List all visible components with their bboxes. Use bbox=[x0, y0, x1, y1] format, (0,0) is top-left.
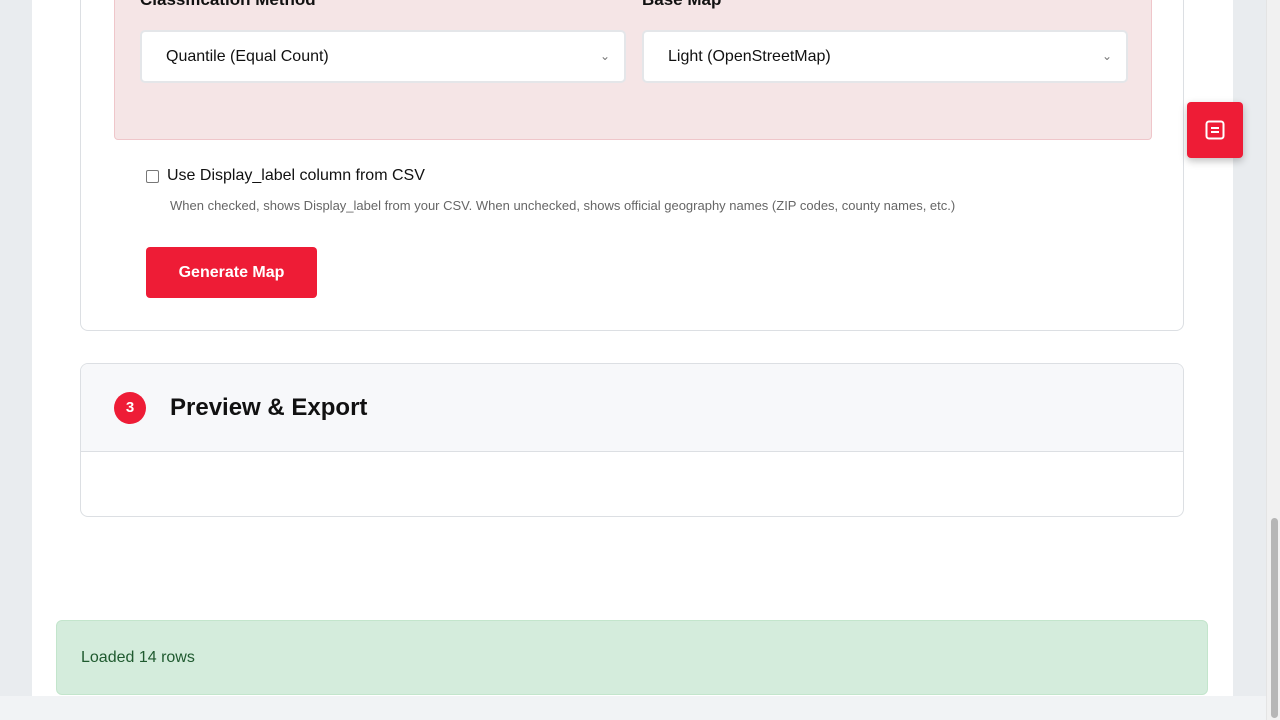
options-panel: Classification Method Quantile (Equal Co… bbox=[114, 0, 1152, 140]
scrollbar-thumb[interactable] bbox=[1271, 518, 1278, 718]
document-icon bbox=[1205, 120, 1225, 140]
vertical-scrollbar[interactable] bbox=[1266, 0, 1280, 720]
base-map-select[interactable]: Light (OpenStreetMap) ⌄ bbox=[642, 30, 1128, 83]
classification-method-value: Quantile (Equal Count) bbox=[166, 48, 329, 65]
main-page: Classification Method Quantile (Equal Co… bbox=[32, 0, 1233, 696]
chevron-down-icon: ⌄ bbox=[599, 49, 610, 63]
display-label-checkbox[interactable] bbox=[146, 169, 159, 183]
status-message: Loaded 14 rows bbox=[56, 620, 1208, 695]
page-footer-strip bbox=[0, 696, 1266, 720]
base-map-label: Base Map bbox=[642, 0, 721, 10]
base-map-value: Light (OpenStreetMap) bbox=[668, 48, 831, 65]
classification-method-select[interactable]: Quantile (Equal Count) ⌄ bbox=[140, 30, 626, 83]
generate-map-button[interactable]: Generate Map bbox=[146, 247, 317, 298]
preview-export-title: Preview & Export bbox=[170, 393, 368, 421]
chevron-down-icon: ⌄ bbox=[1101, 49, 1112, 63]
display-label-option[interactable]: Use Display_label column from CSV bbox=[146, 167, 425, 185]
classification-method-label: Classification Method bbox=[140, 0, 316, 10]
preview-export-card: 3 Preview & Export bbox=[80, 363, 1184, 517]
document-floating-button[interactable] bbox=[1187, 102, 1243, 158]
preview-export-header[interactable]: 3 Preview & Export bbox=[81, 364, 1183, 452]
map-options-card: Classification Method Quantile (Equal Co… bbox=[80, 0, 1184, 331]
display-label-help-text: When checked, shows Display_label from y… bbox=[170, 198, 956, 213]
display-label-checkbox-label[interactable]: Use Display_label column from CSV bbox=[167, 167, 425, 185]
step-number-badge: 3 bbox=[114, 391, 146, 424]
